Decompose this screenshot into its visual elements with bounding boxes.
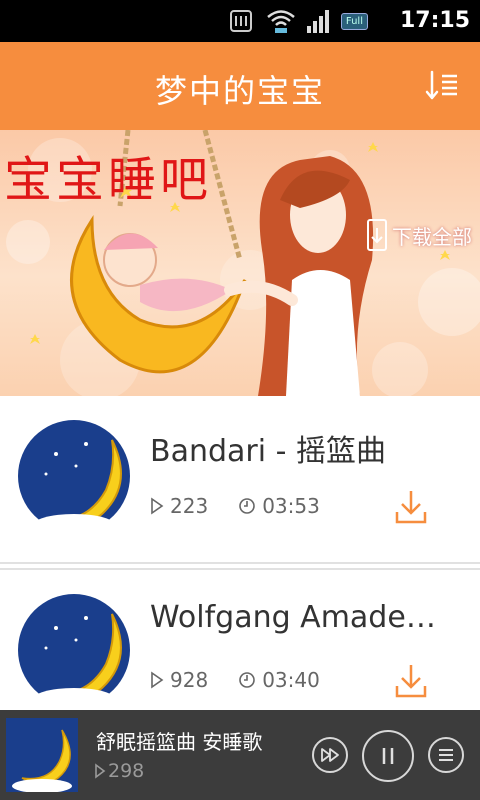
playlist-button[interactable]	[428, 737, 464, 773]
now-playing-count: 298	[108, 760, 145, 782]
download-all-label: 下载全部	[392, 224, 472, 249]
clock-icon	[239, 672, 255, 688]
download-doc-icon	[367, 219, 387, 251]
play-count: 928	[170, 668, 209, 692]
fast-forward-icon	[321, 748, 339, 762]
mini-player[interactable]: 舒眠摇篮曲 安睡歌 298	[0, 710, 480, 800]
clock: 17:15	[399, 8, 470, 33]
next-button[interactable]	[312, 737, 348, 773]
track-title: Bandari - 摇篮曲	[150, 434, 386, 469]
download-icon[interactable]	[394, 488, 428, 526]
duration: 03:40	[262, 668, 320, 692]
duration: 03:53	[262, 494, 320, 518]
download-icon[interactable]	[394, 662, 428, 700]
track-row[interactable]: Bandari - 摇篮曲 223 03:53	[0, 396, 480, 564]
sd-card-icon	[229, 10, 252, 32]
status-bar: Full 17:15	[0, 0, 480, 42]
play-count-icon	[151, 497, 164, 515]
album-banner[interactable]: 宝宝睡吧 下载全部	[0, 130, 480, 396]
play-count-icon	[95, 763, 106, 779]
battery-icon: Full	[340, 12, 368, 30]
banner-title: 宝宝睡吧	[4, 152, 213, 208]
play-count: 223	[170, 494, 209, 518]
duration-group: 03:53	[238, 494, 320, 518]
sort-icon[interactable]	[424, 68, 460, 104]
now-playing-meta: 298	[94, 760, 144, 782]
clock-icon	[239, 498, 255, 514]
track-list: Bandari - 摇篮曲 223 03:53 Wolfgang Amadeus…	[0, 396, 480, 736]
track-title: Wolfgang Amadeus ...	[150, 600, 450, 635]
track-meta: 223 03:53	[150, 494, 320, 518]
page-title: 梦中的宝宝	[154, 72, 325, 110]
pause-button[interactable]	[362, 730, 414, 782]
download-all-button[interactable]: 下载全部	[366, 218, 472, 252]
duration-group: 03:40	[238, 668, 320, 692]
track-cover	[18, 420, 130, 538]
signal-icon	[306, 10, 329, 33]
app-header: 梦中的宝宝	[0, 42, 480, 130]
wifi-icon	[267, 10, 295, 33]
menu-icon	[439, 749, 453, 761]
track-meta: 928 03:40	[150, 668, 320, 692]
pause-icon	[382, 748, 394, 764]
now-playing-cover	[6, 718, 78, 792]
play-count-icon	[151, 671, 164, 689]
track-cover	[18, 594, 130, 712]
now-playing-title: 舒眠摇篮曲 安睡歌	[96, 730, 263, 754]
status-icons: Full	[225, 7, 368, 35]
